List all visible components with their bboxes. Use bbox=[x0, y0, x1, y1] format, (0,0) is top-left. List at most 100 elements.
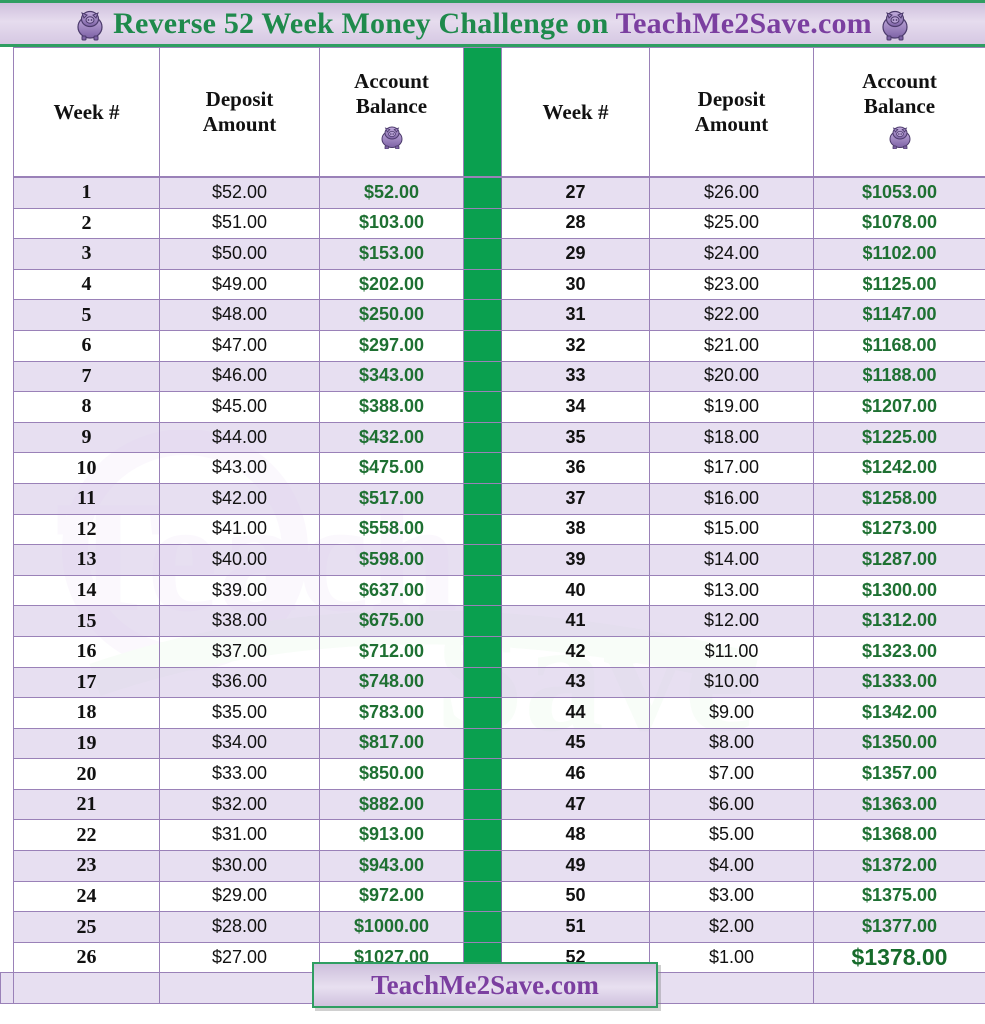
cell-deposit-left: $38.00 bbox=[159, 605, 320, 637]
cell-balance-left: $712.00 bbox=[319, 635, 464, 668]
table-row: 7 $46.00 $343.00 33 $20.00 $1188.00 bbox=[1, 360, 985, 393]
cell-deposit-right: $11.00 bbox=[649, 635, 814, 668]
left-margin-cell bbox=[1, 728, 14, 759]
left-margin-cell bbox=[1, 422, 14, 453]
table-row: 22 $31.00 $913.00 48 $5.00 $1368.00 bbox=[1, 819, 985, 852]
site-footer-badge[interactable]: TeachMe2Save.com bbox=[312, 962, 658, 1008]
table-row: 4 $49.00 $202.00 30 $23.00 $1125.00 bbox=[1, 268, 985, 301]
cell-deposit-left: $51.00 bbox=[159, 207, 320, 240]
cell-deposit-left: $29.00 bbox=[159, 880, 320, 913]
page-title-green: Reverse 52 Week Money Challenge on bbox=[113, 6, 616, 40]
header-deposit-left: Deposit Amount bbox=[159, 47, 320, 178]
table-row: 24 $29.00 $972.00 50 $3.00 $1375.00 bbox=[1, 880, 985, 913]
cell-balance-right: $1323.00 bbox=[813, 635, 985, 668]
left-margin-cell bbox=[1, 636, 14, 667]
cell-week-right: 45 bbox=[501, 727, 650, 760]
cell-deposit-right: $20.00 bbox=[649, 360, 814, 393]
cell-deposit-left: $30.00 bbox=[159, 850, 320, 882]
cell-week-right: 36 bbox=[501, 452, 650, 484]
table-row: 12 $41.00 $558.00 38 $15.00 $1273.00 bbox=[1, 513, 985, 546]
cell-deposit-left: $41.00 bbox=[159, 513, 320, 546]
cell-week-right: 42 bbox=[501, 635, 650, 668]
cell-deposit-left: $37.00 bbox=[159, 635, 320, 668]
left-margin-cell bbox=[1, 208, 14, 239]
cell-balance-right: $1147.00 bbox=[813, 299, 985, 331]
cell-week-right: 41 bbox=[501, 605, 650, 637]
left-margin-cell bbox=[1, 759, 14, 790]
left-margin-cell bbox=[1, 361, 14, 392]
cell-balance-right: $1225.00 bbox=[813, 421, 985, 454]
center-divider bbox=[463, 635, 502, 668]
cell-week-left: 22 bbox=[13, 819, 160, 852]
cell-deposit-right: $22.00 bbox=[649, 299, 814, 331]
left-margin-cell bbox=[1, 239, 14, 270]
cell-week-left: 1 bbox=[13, 176, 160, 209]
cell-balance-left: $598.00 bbox=[319, 544, 464, 576]
cell-balance-left: $52.00 bbox=[319, 176, 464, 209]
left-margin-cell bbox=[1, 453, 14, 484]
cell-deposit-left: $52.00 bbox=[159, 176, 320, 209]
left-margin-cell bbox=[1, 514, 14, 545]
center-divider bbox=[463, 513, 502, 546]
cell-week-right: 27 bbox=[501, 176, 650, 209]
table-row: 17 $36.00 $748.00 43 $10.00 $1333.00 bbox=[1, 666, 985, 699]
cell-balance-left: $850.00 bbox=[319, 758, 464, 790]
cell-balance-right: $1368.00 bbox=[813, 819, 985, 852]
cell-balance-right: $1378.00 bbox=[813, 941, 985, 974]
cell-week-left: 10 bbox=[13, 452, 160, 484]
center-divider bbox=[463, 238, 502, 270]
piggy-bank-icon bbox=[379, 123, 405, 155]
cell-deposit-left: $36.00 bbox=[159, 666, 320, 699]
cell-deposit-right: $8.00 bbox=[649, 727, 814, 760]
center-divider bbox=[463, 880, 502, 913]
center-divider bbox=[463, 666, 502, 699]
cell-balance-left: $475.00 bbox=[319, 452, 464, 484]
cell-deposit-right: $9.00 bbox=[649, 697, 814, 729]
cell-balance-right: $1168.00 bbox=[813, 329, 985, 362]
cell-balance-left: $748.00 bbox=[319, 666, 464, 699]
cell-week-right: 34 bbox=[501, 391, 650, 423]
table-row: 16 $37.00 $712.00 42 $11.00 $1323.00 bbox=[1, 635, 985, 668]
table-row: 10 $43.00 $475.00 36 $17.00 $1242.00 bbox=[1, 452, 985, 484]
piggy-bank-icon bbox=[880, 7, 910, 41]
cell-deposit-right: $17.00 bbox=[649, 452, 814, 484]
cell-balance-left: $432.00 bbox=[319, 421, 464, 454]
table-row: 6 $47.00 $297.00 32 $21.00 $1168.00 bbox=[1, 329, 985, 362]
blank-cell bbox=[159, 972, 320, 1005]
center-divider bbox=[463, 482, 502, 515]
table-row: 15 $38.00 $675.00 41 $12.00 $1312.00 bbox=[1, 605, 985, 637]
cell-deposit-left: $48.00 bbox=[159, 299, 320, 331]
cell-deposit-right: $21.00 bbox=[649, 329, 814, 362]
cell-deposit-left: $42.00 bbox=[159, 482, 320, 515]
cell-week-left: 11 bbox=[13, 482, 160, 515]
cell-deposit-right: $1.00 bbox=[649, 941, 814, 974]
center-divider bbox=[463, 911, 502, 943]
cell-balance-right: $1300.00 bbox=[813, 574, 985, 607]
cell-balance-left: $202.00 bbox=[319, 268, 464, 301]
header-balance-left: Account Balance bbox=[319, 47, 464, 178]
left-margin-cell bbox=[1, 545, 14, 576]
challenge-table-wrapper: Week # Deposit Amount Account Balance Week #… bbox=[0, 47, 985, 1005]
left-margin-cell bbox=[1, 330, 14, 361]
cell-week-right: 44 bbox=[501, 697, 650, 729]
cell-week-right: 32 bbox=[501, 329, 650, 362]
table-row: 2 $51.00 $103.00 28 $25.00 $1078.00 bbox=[1, 207, 985, 240]
cell-balance-left: $943.00 bbox=[319, 850, 464, 882]
cell-deposit-right: $3.00 bbox=[649, 880, 814, 913]
cell-week-left: 19 bbox=[13, 727, 160, 760]
left-margin-cell bbox=[1, 606, 14, 637]
cell-balance-right: $1372.00 bbox=[813, 850, 985, 882]
table-header-row: Week # Deposit Amount Account Balance Week #… bbox=[0, 47, 985, 178]
cell-week-right: 47 bbox=[501, 788, 650, 821]
center-divider bbox=[463, 299, 502, 331]
cell-balance-right: $1350.00 bbox=[813, 727, 985, 760]
cell-balance-right: $1333.00 bbox=[813, 666, 985, 699]
cell-week-left: 5 bbox=[13, 299, 160, 331]
center-divider bbox=[463, 207, 502, 240]
cell-week-left: 14 bbox=[13, 574, 160, 607]
table-row: 18 $35.00 $783.00 44 $9.00 $1342.00 bbox=[1, 697, 985, 729]
center-divider bbox=[463, 788, 502, 821]
cell-deposit-right: $26.00 bbox=[649, 176, 814, 209]
cell-week-left: 21 bbox=[13, 788, 160, 821]
cell-balance-left: $913.00 bbox=[319, 819, 464, 852]
